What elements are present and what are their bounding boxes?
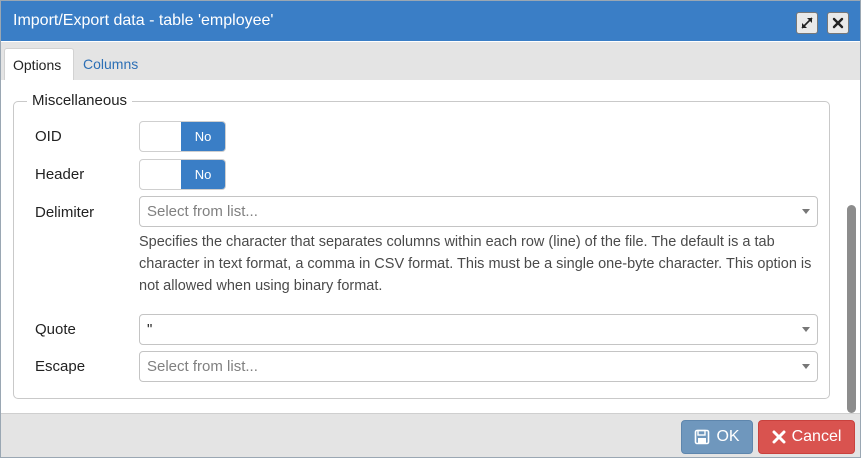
save-icon xyxy=(695,429,710,445)
title-bar[interactable]: Import/Export data - table 'employee' xyxy=(1,1,860,41)
chevron-down-icon xyxy=(802,209,810,214)
delimiter-label: Delimiter xyxy=(35,204,95,221)
delimiter-placeholder: Select from list... xyxy=(147,203,258,220)
tab-columns[interactable]: Columns xyxy=(75,48,146,80)
options-panel: Miscellaneous OID No Header No Delimiter… xyxy=(1,80,860,413)
tab-options[interactable]: Options xyxy=(4,48,74,80)
oid-toggle-value: No xyxy=(181,122,225,151)
cancel-label: Cancel xyxy=(791,428,842,445)
close-button[interactable] xyxy=(827,12,849,34)
cancel-button[interactable]: Cancel xyxy=(758,420,855,454)
import-export-dialog: Import/Export data - table 'employee' Op… xyxy=(0,0,861,458)
header-toggle-value: No xyxy=(181,160,225,189)
dialog-footer: OK Cancel xyxy=(1,413,860,457)
escape-label: Escape xyxy=(35,358,86,375)
chevron-down-icon xyxy=(802,327,810,332)
delimiter-help-text: Specifies the character that separates c… xyxy=(139,234,812,294)
delimiter-select[interactable]: Select from list... xyxy=(139,196,818,227)
tab-bar: Options Columns xyxy=(1,42,860,80)
ok-button[interactable]: OK xyxy=(681,420,753,454)
dialog-title: Import/Export data - table 'employee' xyxy=(13,12,274,29)
header-toggle[interactable]: No xyxy=(139,159,226,190)
scrollbar[interactable] xyxy=(847,80,856,413)
quote-value: " xyxy=(147,321,153,338)
oid-label: OID xyxy=(35,128,62,145)
fieldset-legend: Miscellaneous xyxy=(27,92,133,110)
oid-toggle[interactable]: No xyxy=(139,121,226,152)
header-label: Header xyxy=(35,166,85,183)
escape-placeholder: Select from list... xyxy=(147,358,258,375)
quote-label: Quote xyxy=(35,321,76,338)
expand-arrows-icon xyxy=(801,17,813,29)
chevron-down-icon xyxy=(802,364,810,369)
quote-select[interactable]: " xyxy=(139,314,818,345)
close-icon xyxy=(832,17,844,29)
escape-select[interactable]: Select from list... xyxy=(139,351,818,382)
ok-label: OK xyxy=(716,428,740,445)
x-icon xyxy=(772,430,786,444)
maximize-button[interactable] xyxy=(796,12,818,34)
scrollbar-thumb[interactable] xyxy=(847,205,856,413)
